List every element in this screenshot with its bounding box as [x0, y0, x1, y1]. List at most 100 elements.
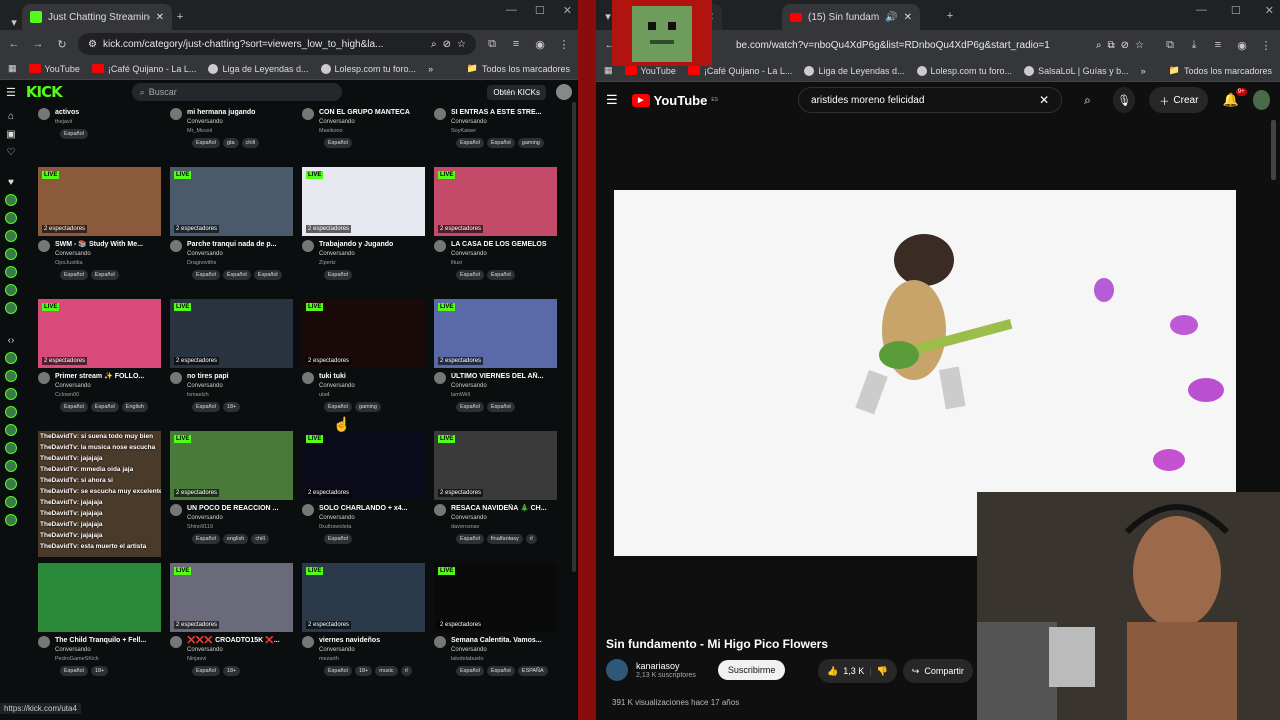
avatar[interactable] [302, 372, 314, 384]
streamer-name[interactable]: 0xultravioleta [319, 523, 424, 531]
tag[interactable]: Español [456, 534, 484, 544]
bookmark-liga-leyendas[interactable]: Liga de Leyendas d... [208, 63, 309, 74]
stream-thumbnail[interactable]: LIVE 2 espectadores [38, 299, 161, 368]
stream-card[interactable]: LIVE 2 espectadores SOLO CHARLANDO + x4..… [302, 431, 425, 563]
stream-category[interactable]: Conversando [187, 382, 292, 391]
streamer-name[interactable]: Zipertz [319, 259, 424, 267]
streamer-name[interactable]: lltuxi [451, 259, 556, 267]
tag[interactable]: Español [192, 270, 220, 280]
playlist-icon[interactable]: ≡ [508, 36, 524, 52]
stream-title[interactable]: ÚLTIMO VIERNES DEL AÑ... [451, 372, 556, 382]
stream-card[interactable]: LIVE 2 espectadores LA CASA DE LOS GEMELO… [434, 167, 557, 299]
streamer-name[interactable]: OpoJustitia [55, 259, 160, 267]
sidebar-channel-avatar[interactable] [5, 212, 17, 224]
tag[interactable]: english [222, 534, 249, 544]
minimize-icon[interactable]: — [506, 4, 517, 17]
reload-icon[interactable]: ↻ [54, 36, 70, 52]
tag[interactable]: music [375, 666, 398, 676]
sidebar-channel-avatar[interactable] [5, 266, 17, 278]
tag[interactable]: chill [241, 138, 260, 148]
search-input[interactable]: aristides moreno felicidad ✕ [798, 87, 1063, 113]
avatar[interactable] [434, 108, 446, 120]
profile-icon[interactable]: ◉ [1234, 37, 1250, 53]
bookmark-lolesp[interactable]: Lolesp.com tu foro... [916, 65, 1012, 76]
bookmark-youtube[interactable]: YouTube [624, 66, 676, 76]
stream-title[interactable]: viernes navideños [319, 636, 424, 646]
stream-title[interactable]: activos [55, 108, 160, 118]
hamburger-icon[interactable]: ☰ [6, 86, 16, 99]
avatar[interactable] [170, 372, 182, 384]
bookmark-cafe-quijano[interactable]: ¡Café Quijano - La L... [91, 64, 196, 74]
following-icon[interactable]: ♡ [5, 146, 17, 158]
avatar[interactable] [38, 108, 50, 120]
sidebar-channel-avatar[interactable] [5, 424, 17, 436]
stream-category[interactable]: Conversando [187, 118, 292, 127]
sidebar-channel-avatar[interactable] [5, 496, 17, 508]
close-window-icon[interactable]: ✕ [563, 4, 572, 17]
stream-category[interactable]: Conversando [319, 118, 424, 127]
kick-logo[interactable]: KICK [26, 83, 63, 101]
expand-icon[interactable]: ‹› [5, 334, 17, 346]
streamer-name[interactable]: PedroGameSKick [55, 655, 160, 663]
bookmark-cafe-quijano[interactable]: ¡Café Quijano - La L... [687, 66, 792, 76]
tag[interactable]: Español [324, 534, 352, 544]
stream-thumbnail[interactable]: LIVE 2 espectadores [170, 167, 293, 236]
stream-thumbnail[interactable]: LIVE 2 espectadores [170, 299, 293, 368]
close-tab-icon[interactable]: ✕ [156, 12, 164, 23]
stream-thumbnail[interactable]: LIVE 2 espectadores [434, 431, 557, 500]
stream-category[interactable]: Conversando [55, 382, 160, 391]
stream-thumbnail[interactable]: LIVE 2 espectadores [302, 299, 425, 368]
stream-thumbnail[interactable]: LIVE 2 espectadores [434, 167, 557, 236]
stream-card[interactable]: LIVE 2 espectadores Trabajando y Jugando … [302, 167, 425, 299]
eye-off-icon[interactable]: ⊘ [1121, 40, 1129, 51]
tag[interactable]: Español [324, 138, 352, 148]
new-tab-icon[interactable]: + [172, 9, 188, 25]
site-info-icon[interactable]: ⚙ [88, 39, 97, 50]
tag[interactable]: gaming [517, 138, 544, 148]
tag[interactable]: Español [60, 402, 88, 412]
tag[interactable]: Español [192, 138, 220, 148]
maximize-icon[interactable]: ☐ [1231, 4, 1241, 17]
stream-card[interactable]: LIVE 2 espectadores UN POCO DE REACCION .… [170, 431, 293, 563]
stream-title[interactable]: tuki tuki [319, 372, 424, 382]
streamer-name[interactable]: uta4 [319, 391, 424, 399]
streamer-name[interactable]: mezarth [319, 655, 424, 663]
extensions-icon[interactable]: ⧉ [1162, 37, 1178, 53]
tag[interactable]: 18+ [354, 666, 373, 676]
stream-category[interactable]: Conversando [451, 382, 556, 391]
bookmark-lolesp[interactable]: Lolesp.com tu foro... [320, 63, 416, 74]
like-button[interactable]: 👍 1,3 K | 👎 [818, 659, 897, 683]
stream-category[interactable]: Conversando [319, 646, 424, 655]
stream-title[interactable]: SOLO CHARLANDO + x4... [319, 504, 424, 514]
stream-title[interactable]: no tires papi [187, 372, 292, 382]
search-icon[interactable]: ⌕ [1076, 87, 1099, 113]
sidebar-channel-avatar[interactable] [5, 352, 17, 364]
bookmark-youtube[interactable]: YouTube [28, 64, 80, 74]
subscribe-button[interactable]: Suscribirme [717, 660, 786, 680]
streamer-name[interactable]: Dragnoviths [187, 259, 292, 267]
stream-title[interactable]: The Child Tranquilo + Fell... [55, 636, 160, 646]
stream-title[interactable]: LA CASA DE LOS GEMELOS [451, 240, 556, 250]
more-bookmarks-icon[interactable]: » [428, 64, 433, 74]
stream-card[interactable]: LIVE 2 espectadores Semana Calentita. Vam… [434, 563, 557, 695]
tag[interactable]: chill [251, 534, 269, 544]
stream-card[interactable]: TheDavidTv: si suena todo muy bien TheDav… [38, 431, 161, 563]
thumbs-down-icon[interactable]: 👎 [877, 666, 888, 677]
stream-title[interactable]: ❌❌❌ CROADTO15K ❌... [187, 636, 292, 646]
stream-category[interactable]: Conversando [319, 514, 424, 523]
stream-card[interactable]: LIVE 2 espectadores SWM - 📚 Study With Me… [38, 167, 161, 299]
all-bookmarks[interactable]: 📁 Todos los marcadores [1169, 65, 1272, 76]
star-icon[interactable]: ☆ [457, 39, 466, 50]
tag[interactable]: 18+ [222, 402, 241, 412]
streamer-name[interactable]: Cclown00 [55, 391, 160, 399]
avatar[interactable] [170, 636, 182, 648]
bookmark-salsalol[interactable]: SalsaLoL | Guías y b... [1024, 65, 1129, 76]
tag[interactable]: gta [222, 138, 239, 148]
avatar[interactable] [170, 240, 182, 252]
avatar[interactable] [434, 372, 446, 384]
stream-card[interactable]: SI ENTRAS A ESTE STRE... Conversando Soy… [434, 104, 557, 167]
clear-search-icon[interactable]: ✕ [1039, 93, 1049, 107]
avatar[interactable] [434, 240, 446, 252]
sidebar-channel-avatar[interactable] [5, 478, 17, 490]
stream-category[interactable]: Conversando [187, 514, 292, 523]
